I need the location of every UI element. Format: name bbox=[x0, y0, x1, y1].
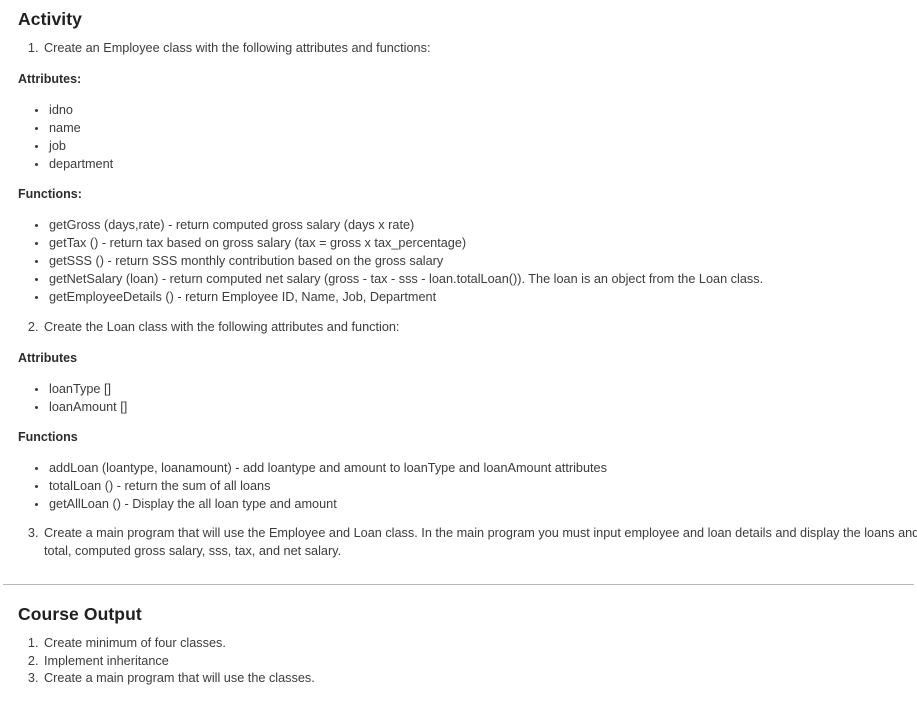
list-item: getNetSalary (loan) - return computed ne… bbox=[48, 270, 917, 288]
list-item: loanType [] bbox=[48, 380, 548, 398]
activity-step-2: Create the Loan class with the following… bbox=[42, 319, 902, 337]
list-item: Create minimum of four classes. bbox=[42, 635, 642, 653]
activity-step-1-list: Create an Employee class with the follow… bbox=[0, 40, 902, 58]
activity-heading-wrap: Activity bbox=[18, 9, 82, 30]
list-item: getSSS () - return SSS monthly contribut… bbox=[48, 252, 917, 270]
activity-step-3-list: Create a main program that will use the … bbox=[0, 525, 917, 560]
loan-functions-heading: Functions bbox=[18, 430, 78, 444]
employee-attributes-heading: Attributes: bbox=[18, 72, 82, 86]
list-item: loanAmount [] bbox=[48, 398, 548, 416]
course-output-list: Create minimum of four classes. Implemen… bbox=[0, 635, 642, 688]
list-item: getGross (days,rate) - return computed g… bbox=[48, 216, 917, 234]
list-item: idno bbox=[48, 101, 548, 119]
employee-functions-list: getGross (days,rate) - return computed g… bbox=[0, 216, 917, 306]
employee-functions-heading: Functions: bbox=[18, 187, 82, 201]
section-divider bbox=[3, 584, 914, 585]
list-item: Create a main program that will use the … bbox=[42, 670, 642, 688]
document-page: Activity Create an Employee class with t… bbox=[0, 0, 917, 708]
list-item: job bbox=[48, 137, 548, 155]
list-item: department bbox=[48, 155, 548, 173]
list-item: getAllLoan () - Display the all loan typ… bbox=[48, 495, 917, 513]
list-item: name bbox=[48, 119, 548, 137]
list-item: getTax () - return tax based on gross sa… bbox=[48, 234, 917, 252]
activity-heading: Activity bbox=[18, 9, 83, 29]
list-item: totalLoan () - return the sum of all loa… bbox=[48, 477, 917, 495]
course-output-heading: Course Output bbox=[18, 604, 142, 624]
activity-step-1: Create an Employee class with the follow… bbox=[42, 40, 902, 58]
employee-attributes-list: idno name job department bbox=[0, 101, 548, 173]
activity-step-3: Create a main program that will use the … bbox=[42, 525, 917, 560]
list-item: Implement inheritance bbox=[42, 653, 642, 671]
list-item: getEmployeeDetails () - return Employee … bbox=[48, 288, 917, 306]
course-output-heading-wrap: Course Output bbox=[18, 604, 142, 625]
list-item: addLoan (loantype, loanamount) - add loa… bbox=[48, 459, 917, 477]
loan-functions-list: addLoan (loantype, loanamount) - add loa… bbox=[0, 459, 917, 513]
activity-step-2-list: Create the Loan class with the following… bbox=[0, 319, 902, 337]
loan-attributes-list: loanType [] loanAmount [] bbox=[0, 380, 548, 416]
loan-attributes-heading: Attributes bbox=[18, 351, 78, 365]
